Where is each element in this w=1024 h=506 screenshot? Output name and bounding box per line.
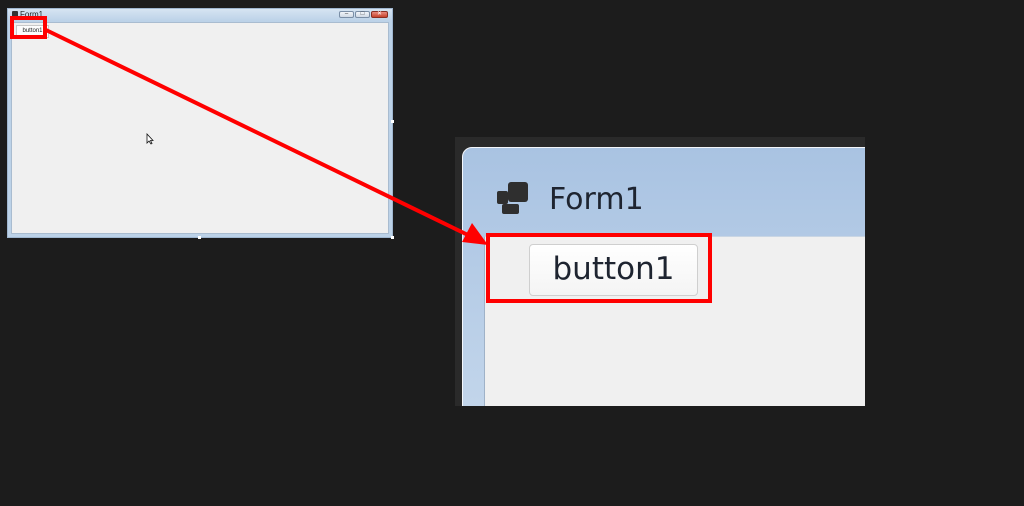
form-window-thumbnail: Form1 – □ ✕ button1 xyxy=(7,8,393,238)
resize-handle[interactable] xyxy=(391,236,394,239)
minimize-button[interactable]: – xyxy=(339,11,354,18)
form-icon xyxy=(497,182,528,214)
mini-window-title: Form1 xyxy=(20,10,44,19)
close-button[interactable]: ✕ xyxy=(371,11,388,18)
form-icon xyxy=(12,11,18,18)
resize-handle[interactable] xyxy=(198,236,201,239)
maximize-button[interactable]: □ xyxy=(355,11,370,18)
mini-client-area: button1 xyxy=(11,22,389,234)
window-title: Form1 xyxy=(549,182,644,217)
mini-window-controls: – □ ✕ xyxy=(339,11,388,18)
mouse-pointer-icon xyxy=(146,133,154,145)
button1[interactable]: button1 xyxy=(529,244,698,296)
resize-handle[interactable] xyxy=(391,120,394,123)
button1-small[interactable]: button1 xyxy=(16,25,49,38)
mini-titlebar[interactable]: Form1 – □ ✕ xyxy=(8,9,392,21)
